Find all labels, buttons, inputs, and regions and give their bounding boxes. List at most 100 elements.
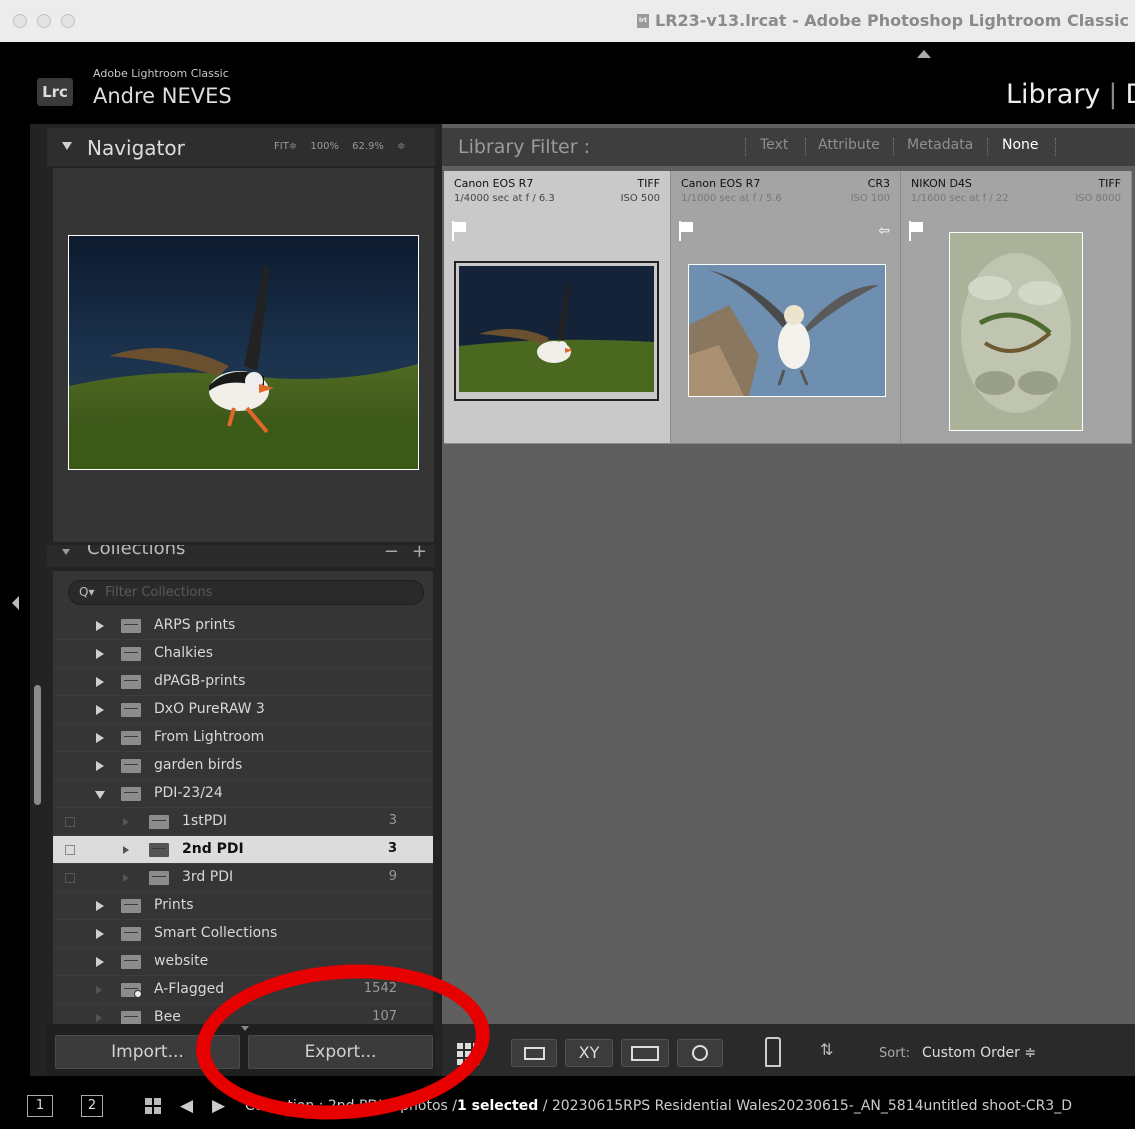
expand-triangle-icon[interactable] [96,705,104,715]
collection-set-icon [121,731,141,745]
grid-cell[interactable]: Canon EOS R7 TIFF 1/4000 sec at f / 6.3 … [444,171,671,444]
navigator-collapse-icon[interactable] [62,142,72,150]
collection-label: PDI-23/24 [154,785,223,801]
camera-model: Canon EOS R7 [681,177,761,190]
collections-search-input[interactable] [105,583,405,602]
people-view-button[interactable] [677,1039,723,1067]
expand-triangle-icon[interactable] [96,761,104,771]
cell-metadata: Canon EOS R7 CR3 1/1000 sec at f / 5.6 I… [671,171,900,217]
module-picker: Library | D [1006,79,1135,110]
selected-count: 1 selected [457,1098,539,1114]
expand-triangle-icon[interactable] [96,929,104,939]
add-collection-button[interactable]: + [412,545,427,562]
secondary-display-button[interactable]: 2 [81,1095,103,1117]
face-icon [692,1045,708,1061]
target-checkbox[interactable] [65,845,75,855]
collection-label: 2nd PDI [182,841,244,857]
expand-triangle-icon[interactable] [96,733,104,743]
navigator-preview-image[interactable] [68,235,419,470]
gannet-thumbnail-image [689,265,885,396]
collection-set-from-lightroom[interactable]: From Lightroom [53,724,433,752]
collection-set-arps-prints[interactable]: ARPS prints [53,612,433,640]
thumbnail[interactable] [949,232,1083,431]
filter-separator [1055,138,1056,156]
collection-label: A-Flagged [154,981,225,997]
left-panel-toggle-icon[interactable] [12,596,19,610]
module-library[interactable]: Library [1006,79,1100,110]
cell-metadata: NIKON D4S TIFF 1/1600 sec at f / 22 ISO … [901,171,1131,217]
filter-separator [893,138,894,156]
collection-1stpdi[interactable]: 1stPDI 3 [53,808,433,836]
expand-triangle-icon[interactable] [96,677,104,687]
sort-direction-icon[interactable]: ⇅ [820,1040,833,1059]
navigator-zoom-options[interactable]: FIT≑ 100% 62.9% ≑ [274,141,405,152]
collections-search[interactable]: Q▾ [68,580,424,605]
sync-arrow-icon [123,846,129,854]
expand-triangle-icon[interactable] [96,621,104,631]
iso-info: ISO 100 [850,193,890,204]
compare-view-button[interactable]: XY [565,1039,613,1067]
primary-display-button[interactable]: 1 [27,1095,53,1117]
zoom-window-button[interactable] [61,14,75,28]
filmstrip-grid-icon[interactable] [145,1098,161,1114]
grid-cell[interactable]: Canon EOS R7 CR3 1/1000 sec at f / 5.6 I… [671,171,901,444]
filter-tab-none[interactable]: None [1002,137,1039,153]
collection-3rd-pdi[interactable]: 3rd PDI 9 [53,864,433,892]
expand-triangle-icon[interactable] [96,957,104,967]
survey-icon [631,1046,659,1061]
app-name: Adobe Lightroom Classic [93,67,229,80]
grid-cell[interactable]: NIKON D4S TIFF 1/1600 sec at f / 22 ISO … [901,171,1132,444]
collection-label: Bee [154,1009,181,1024]
sync-arrow-icon [96,986,102,994]
back-arrow-icon[interactable]: ◀ [180,1096,193,1116]
filter-tab-metadata[interactable]: Metadata [907,137,973,153]
minimize-window-button[interactable] [37,14,51,28]
filter-tab-text[interactable]: Text [760,137,788,153]
thumbnail[interactable] [688,264,886,397]
search-icon[interactable]: Q▾ [79,585,94,599]
flag-icon[interactable] [909,221,925,241]
module-develop[interactable]: D [1126,79,1135,110]
puffin-thumbnail-image [459,266,654,392]
collapse-triangle-icon[interactable] [95,791,105,799]
spray-can-icon[interactable] [765,1037,781,1067]
left-panel-scrollbar[interactable] [34,685,41,805]
collection-label: DxO PureRAW 3 [154,701,265,717]
collections-header[interactable]: Collections − + [47,545,435,567]
file-format: TIFF [1098,177,1121,190]
flag-icon[interactable] [452,221,468,241]
forward-arrow-icon[interactable]: ▶ [212,1096,225,1116]
expand-triangle-icon[interactable] [96,901,104,911]
filter-tab-attribute[interactable]: Attribute [818,137,880,153]
close-window-button[interactable] [13,14,27,28]
thumbnail[interactable] [454,261,659,401]
file-format: TIFF [637,177,660,190]
collection-set-chalkies[interactable]: Chalkies [53,640,433,668]
collection-set-prints[interactable]: Prints [53,892,433,920]
thumbnail-grid: Canon EOS R7 TIFF 1/4000 sec at f / 6.3 … [444,171,1135,446]
collection-set-garden-birds[interactable]: garden birds [53,752,433,780]
camera-model: Canon EOS R7 [454,177,534,190]
collections-title: Collections [87,545,186,559]
survey-view-button[interactable] [621,1039,669,1067]
target-checkbox[interactable] [65,817,75,827]
collection-set-dpagb-prints[interactable]: dPAGB-prints [53,668,433,696]
collection-label: 1stPDI [182,813,228,829]
sync-arrow-icon[interactable]: ⇦ [878,223,890,239]
loupe-view-button[interactable] [511,1039,557,1067]
collection-label: garden birds [154,757,243,773]
collection-2nd-pdi[interactable]: 2nd PDI 3 [53,836,433,864]
smart-collection-icon [121,983,142,998]
top-panel-toggle-icon[interactable] [917,50,931,58]
remove-collection-button[interactable]: − [384,545,399,562]
collection-set-icon [121,703,141,717]
flag-icon[interactable] [679,221,695,241]
collection-set-smart-collections[interactable]: Smart Collections [53,920,433,948]
collections-collapse-icon[interactable] [62,549,70,555]
collection-label: 3rd PDI [182,869,234,885]
target-checkbox[interactable] [65,873,75,883]
expand-triangle-icon[interactable] [96,649,104,659]
sort-order-select[interactable]: Custom Order ≑ [922,1045,1036,1061]
collection-set-pdi-23-24[interactable]: PDI-23/24 [53,780,433,808]
collection-set-dxo-pureraw[interactable]: DxO PureRAW 3 [53,696,433,724]
